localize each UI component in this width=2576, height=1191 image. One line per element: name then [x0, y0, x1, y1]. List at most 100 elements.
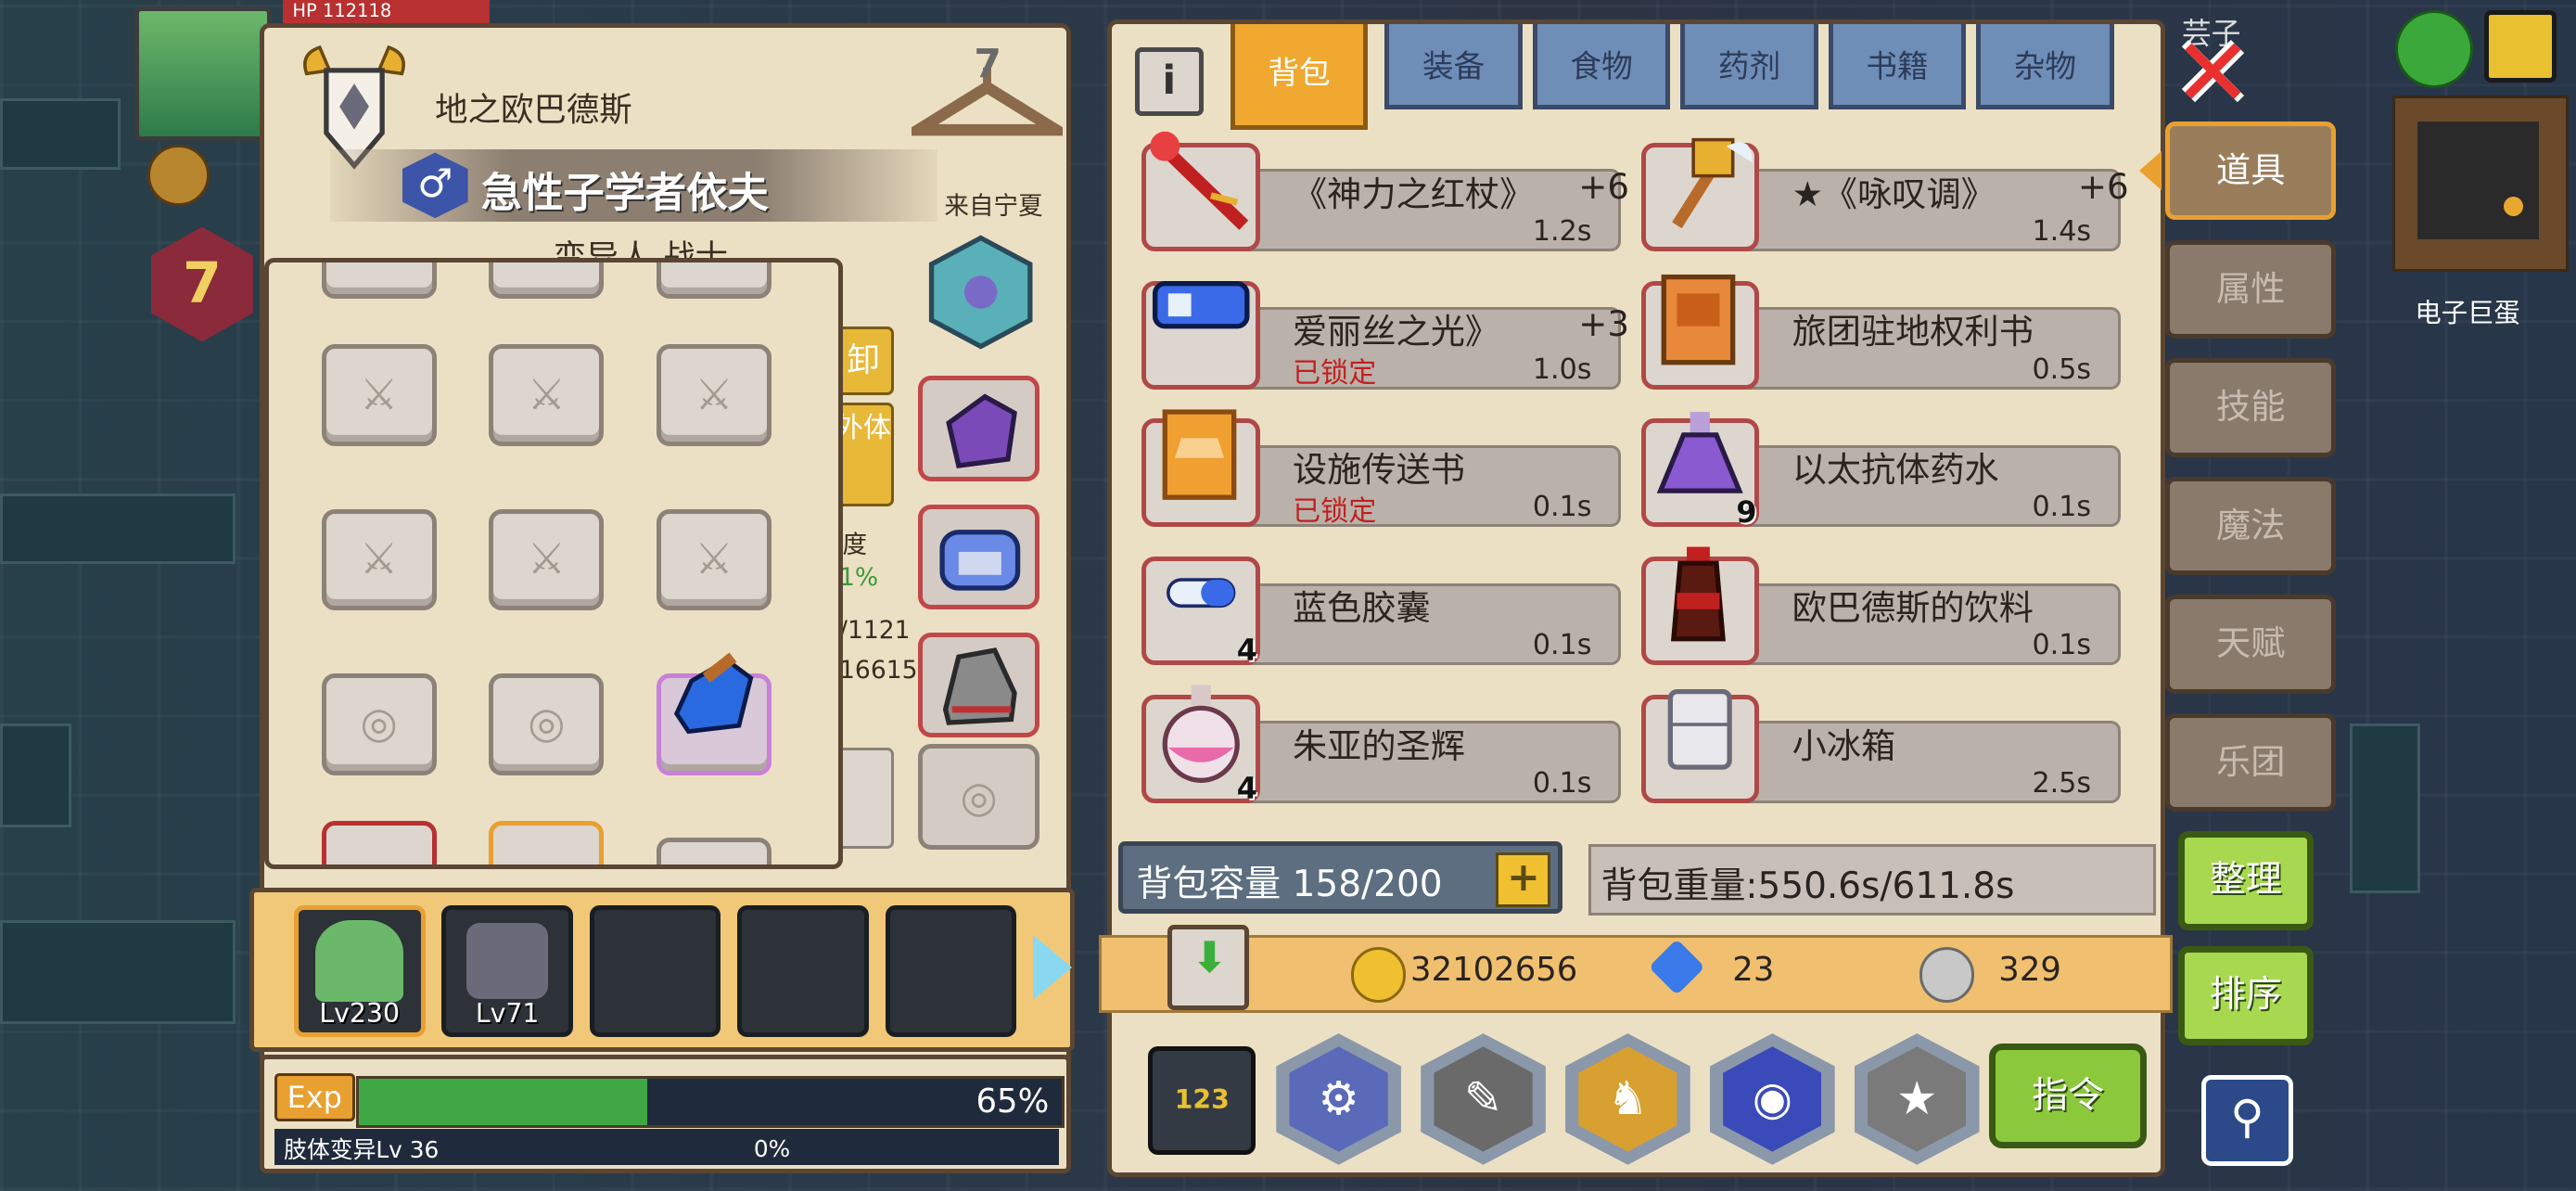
- mini-fridge-icon: [1667, 688, 1732, 770]
- inventory-item[interactable]: 旅团驻地权利书 0.5s: [1640, 275, 2121, 390]
- sort-button[interactable]: 排序: [2178, 946, 2314, 1045]
- command-button[interactable]: 指令: [1989, 1043, 2148, 1149]
- number-order-button[interactable]: 123: [1148, 1046, 1256, 1155]
- item-name: 以太抗体药水: [1792, 449, 1999, 491]
- currency-bar: ⬇ 32102656 23 329: [1098, 924, 2173, 1013]
- equip-slot-weapon[interactable]: ⚔: [657, 344, 772, 447]
- equip-slot-weapon[interactable]: ⚔: [489, 508, 605, 611]
- skill-hex-button[interactable]: ◉: [1710, 1033, 1835, 1165]
- skill-hex-button[interactable]: ♞: [1565, 1033, 1690, 1165]
- mutation-label: 肢体变异Lv 36: [284, 1136, 440, 1164]
- inventory-item[interactable]: 《神力之红杖》 +6 1.2s: [1141, 131, 1629, 251]
- blue-belt-icon: [939, 529, 1021, 591]
- inventory-item[interactable]: 以太抗体药水 0.1s 9: [1640, 412, 2121, 530]
- equip-slot-weapon[interactable]: ⚔: [489, 344, 605, 447]
- purple-flask-icon: [1656, 412, 1743, 494]
- party-member-slot-empty[interactable]: [589, 904, 721, 1037]
- equip-slot-boots[interactable]: [918, 632, 1040, 738]
- party-member-slot[interactable]: Lv71: [441, 904, 573, 1037]
- star-skill-icon: ★: [1868, 1046, 1967, 1152]
- item-use-time: 0.1s: [2032, 491, 2092, 524]
- exp-percent: 65%: [976, 1082, 1050, 1121]
- equip-slot[interactable]: [489, 262, 605, 299]
- skill-shortcut-bar: 123 ⚙ ✎ ♞ ◉ ★ 指令: [1112, 1023, 2170, 1165]
- hanger-count: 7: [974, 45, 1001, 87]
- inventory-item[interactable]: 朱亚的圣辉 0.1s 4: [1141, 685, 1622, 806]
- mutation-bar: 肢体变异Lv 36 0%: [274, 1128, 1060, 1165]
- inventory-item[interactable]: 设施传送书 已锁定 0.1s: [1141, 409, 1622, 528]
- menu-magic[interactable]: 魔法: [2165, 476, 2337, 576]
- gold-badge-icon[interactable]: [147, 144, 210, 207]
- equip-slot[interactable]: [321, 821, 437, 864]
- tab-equipment[interactable]: 装备: [1384, 24, 1524, 110]
- hanger-icon[interactable]: 7: [911, 45, 1063, 147]
- equip-slot-weapon[interactable]: ⚔: [657, 508, 772, 611]
- inventory-item[interactable]: 小冰箱 2.5s: [1640, 688, 2121, 804]
- item-use-time: 0.1s: [1532, 629, 1592, 662]
- sword-placeholder-icon: ⚔: [527, 532, 566, 583]
- item-enhance-level: +6: [2077, 165, 2129, 207]
- inventory-item[interactable]: 欧巴德斯的饮料 0.1s: [1640, 546, 2121, 666]
- equip-slot[interactable]: [657, 262, 772, 299]
- item-locked-status: 已锁定: [1292, 357, 1377, 391]
- weight-label: 背包重量:550.6s/611.8s: [1600, 864, 2015, 907]
- exit-icon[interactable]: [2483, 9, 2557, 83]
- party-member-slot-empty[interactable]: [737, 904, 869, 1037]
- purple-gauntlet-icon: [946, 393, 1018, 469]
- item-use-time: 1.0s: [1532, 352, 1592, 386]
- party-avatar: [465, 923, 549, 999]
- character-origin: 来自宁夏: [944, 191, 1043, 221]
- item-name: 小冰箱: [1792, 724, 1896, 766]
- gear-skill-icon: ⚙: [1289, 1046, 1388, 1152]
- equip-slot-ring[interactable]: ◎: [918, 744, 1040, 850]
- close-icon[interactable]: ✕: [2172, 26, 2254, 122]
- info-button[interactable]: i: [1134, 47, 1204, 116]
- wrench-skill-icon: ✎: [1434, 1046, 1533, 1152]
- equip-slot-accessory[interactable]: [657, 652, 772, 775]
- item-name: 朱亚的圣辉: [1292, 724, 1465, 766]
- tab-potions[interactable]: 药剂: [1680, 24, 1818, 110]
- player-marker-icon: [2503, 197, 2523, 217]
- globe-icon[interactable]: [2395, 9, 2474, 88]
- equip-slot-belt[interactable]: [918, 504, 1040, 609]
- inventory-item[interactable]: 蓝色胶囊 0.1s 4: [1141, 557, 1622, 668]
- equip-slot[interactable]: [321, 262, 437, 299]
- equip-slot-accessory[interactable]: ◎: [489, 672, 605, 775]
- expand-capacity-button[interactable]: +: [1496, 852, 1551, 907]
- hud-character-portrait[interactable]: [134, 6, 273, 141]
- equip-slot[interactable]: [657, 837, 772, 864]
- item-name: 旅团驻地权利书: [1792, 311, 2034, 352]
- menu-attributes[interactable]: 属性: [2165, 239, 2337, 339]
- equip-slot[interactable]: [489, 821, 605, 864]
- menu-talents[interactable]: 天赋: [2165, 595, 2337, 694]
- menu-band[interactable]: 乐团: [2165, 712, 2337, 813]
- map-tile: [0, 723, 71, 827]
- minimap[interactable]: [2391, 95, 2569, 272]
- equip-slot-accessory[interactable]: ◎: [321, 672, 437, 775]
- store-download-button[interactable]: ⬇: [1167, 924, 1250, 1010]
- tab-books[interactable]: 书籍: [1828, 24, 1967, 110]
- skill-hex-button[interactable]: ★: [1854, 1033, 1980, 1165]
- inventory-item[interactable]: 爱丽丝之光》 +3 已锁定 1.0s: [1141, 280, 1629, 391]
- skill-hex-button[interactable]: ✎: [1421, 1033, 1546, 1165]
- skill-hex-button[interactable]: ⚙: [1276, 1033, 1401, 1165]
- tab-misc[interactable]: 杂物: [1976, 24, 2114, 110]
- inventory-item[interactable]: ★《咏叹调》 +6 1.4s: [1640, 137, 2129, 251]
- search-icon[interactable]: ⚲: [2201, 1074, 2293, 1167]
- organize-button[interactable]: 整理: [2178, 831, 2314, 930]
- steel-boots-icon: [943, 647, 1017, 725]
- sword-placeholder-icon: ⚔: [359, 368, 399, 419]
- party-member-slot[interactable]: Lv230: [293, 904, 426, 1037]
- equip-slot-gloves[interactable]: [918, 376, 1040, 481]
- item-stack-count: 4: [1236, 770, 1257, 806]
- party-member-slot-empty[interactable]: [885, 904, 1017, 1037]
- menu-skills[interactable]: 技能: [2165, 358, 2337, 457]
- party-member-level: Lv71: [475, 998, 540, 1030]
- tab-food[interactable]: 食物: [1532, 24, 1671, 110]
- equip-slot-weapon[interactable]: ⚔: [321, 508, 437, 611]
- equip-slot-weapon[interactable]: ⚔: [321, 344, 437, 447]
- menu-items[interactable]: 道具: [2165, 122, 2337, 221]
- tab-backpack[interactable]: 背包: [1230, 24, 1369, 130]
- diamond-icon: [1648, 939, 1705, 995]
- party-next-arrow-icon[interactable]: [1033, 934, 1072, 1000]
